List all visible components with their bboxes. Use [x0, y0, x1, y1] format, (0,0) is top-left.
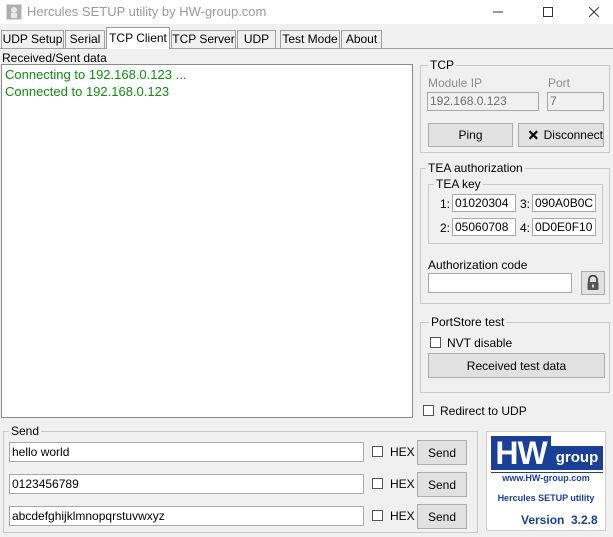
window-title: Hercules SETUP utility by HW-group.com — [27, 4, 267, 19]
tea-key-1-field[interactable]: 01020304 — [452, 194, 516, 212]
tab-serial[interactable]: Serial — [65, 30, 105, 48]
tab-udp-setup[interactable]: UDP Setup — [1, 30, 64, 48]
send-field-2[interactable]: 0123456789 — [9, 474, 364, 494]
module-ip-field[interactable]: 192.168.0.123 — [427, 92, 539, 111]
nvt-disable-checkbox[interactable] — [430, 337, 441, 348]
port-field[interactable]: 7 — [547, 92, 604, 111]
tea-key-4-label: 4: — [520, 221, 531, 235]
received-line: Connecting to 192.168.0.123 ... — [5, 67, 187, 82]
tab-tcp-client[interactable]: TCP Client — [106, 27, 170, 49]
tcp-group-title: TCP — [428, 58, 456, 72]
logo-version-label: Version — [521, 513, 565, 527]
logo-product-name: Hercules SETUP utility — [497, 493, 595, 503]
tea-key-2-field[interactable]: 05060708 — [452, 218, 516, 236]
hw-logo-group-text: group — [551, 446, 603, 470]
tea-authorization-title: TEA authorization — [426, 161, 525, 175]
tea-key-3-field[interactable]: 090A0B0C — [532, 194, 596, 212]
hex-label-3: HEX — [390, 509, 415, 523]
nvt-disable-label: NVT disable — [447, 336, 513, 350]
send-button-label: Send — [427, 509, 457, 524]
send-button-3[interactable]: Send — [417, 504, 467, 529]
redirect-to-udp-label: Redirect to UDP — [440, 404, 527, 418]
disconnect-button[interactable]: Disconnect — [518, 123, 604, 147]
maximize-icon — [543, 7, 553, 17]
logo-url: www.HW-group.com — [502, 473, 590, 483]
send-button-label: Send — [427, 445, 457, 460]
send-button-1[interactable]: Send — [417, 440, 467, 465]
close-button[interactable] — [571, 0, 613, 24]
minimize-button[interactable] — [475, 0, 521, 24]
authorization-code-label: Authorization code — [428, 258, 528, 272]
hex-label-2: HEX — [390, 477, 415, 491]
hex-checkbox-2[interactable] — [372, 478, 383, 489]
send-field-1[interactable]: hello world — [9, 442, 364, 462]
received-sent-data-area[interactable]: Connecting to 192.168.0.123 ... Connecte… — [1, 64, 413, 418]
ping-button[interactable]: Ping — [428, 123, 513, 147]
send-button-label: Send — [427, 477, 457, 492]
received-sent-label: Received/Sent data — [2, 51, 107, 65]
tab-udp[interactable]: UDP — [237, 30, 276, 48]
tea-key-4-field[interactable]: 0D0E0F10 — [532, 218, 596, 236]
authorization-code-field[interactable] — [428, 273, 572, 293]
hex-checkbox-1[interactable] — [372, 446, 383, 457]
logo-version-number: 3.2.8 — [571, 513, 598, 527]
send-button-2[interactable]: Send — [417, 472, 467, 497]
send-field-3[interactable]: abcdefghijklmnopqrstuvwxyz — [9, 506, 364, 526]
tea-key-1-label: 1: — [440, 197, 451, 211]
hw-logo-mark: HW — [491, 436, 551, 470]
port-label: Port — [548, 76, 571, 90]
lock-icon — [587, 275, 599, 290]
maximize-button[interactable] — [525, 0, 571, 24]
hw-group-logo[interactable]: HW group www.HW-group.com Hercules SETUP… — [486, 431, 606, 531]
received-line: Connected to 192.168.0.123 — [5, 84, 170, 99]
send-group-title: Send — [9, 424, 42, 438]
module-ip-label: Module IP — [428, 76, 483, 90]
redirect-to-udp-checkbox[interactable] — [423, 405, 434, 416]
minimize-icon — [493, 11, 503, 13]
disconnect-x-icon — [528, 130, 538, 140]
ping-button-label: Ping — [458, 128, 483, 142]
hercules-app-icon — [6, 4, 22, 20]
tea-key-3-label: 3: — [520, 197, 531, 211]
received-test-data-button[interactable]: Received test data — [428, 353, 605, 378]
close-icon — [589, 7, 599, 17]
tea-key-2-label: 2: — [440, 221, 451, 235]
tab-divider — [0, 48, 613, 49]
tab-test-mode[interactable]: Test Mode — [280, 30, 340, 48]
received-test-data-label: Received test data — [466, 358, 567, 373]
tab-about[interactable]: About — [341, 30, 382, 48]
tea-key-title: TEA key — [434, 177, 483, 191]
tab-tcp-server[interactable]: TCP Server — [171, 30, 236, 48]
portstore-test-title: PortStore test — [429, 315, 507, 329]
disconnect-button-label: Disconnect — [543, 128, 603, 142]
lock-button[interactable] — [581, 271, 605, 295]
hex-label-1: HEX — [390, 445, 415, 459]
hex-checkbox-3[interactable] — [372, 510, 383, 521]
